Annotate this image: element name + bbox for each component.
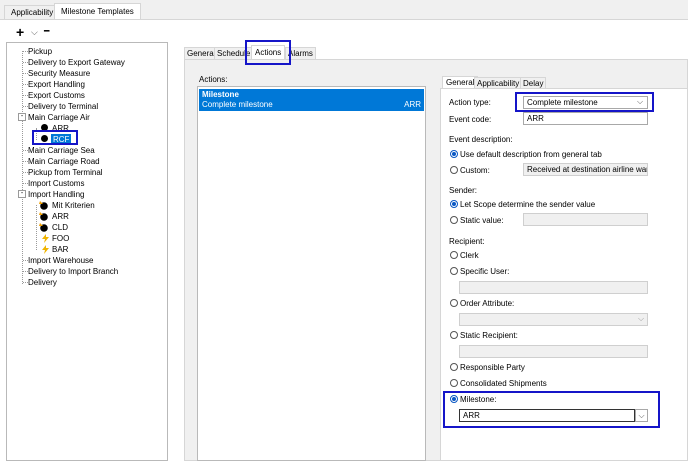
clock-milestone-icon xyxy=(39,212,48,221)
static-value-label: Static value: xyxy=(460,216,504,225)
tree-item-mit-kriterien[interactable]: Mit Kriterien xyxy=(52,200,95,211)
custom-description-input[interactable]: Received at destination airline wareh xyxy=(523,163,648,176)
action-type-label: Action type: xyxy=(449,98,491,107)
highlight-milestone xyxy=(443,391,660,428)
action-item-title: Milestone xyxy=(202,90,239,99)
responsible-party-label: Responsible Party xyxy=(460,363,525,372)
tree-item-import-warehouse[interactable]: Import Warehouse xyxy=(28,255,94,266)
tree-item-import-handling[interactable]: Import Handling xyxy=(28,189,84,200)
lightning-icon xyxy=(42,234,49,243)
tree-item-pickup-terminal[interactable]: Pickup from Terminal xyxy=(28,167,103,178)
event-code-label: Event code: xyxy=(449,115,492,124)
add-dropdown-icon[interactable]: ⌵ xyxy=(31,27,38,38)
action-item-code: ARR xyxy=(404,100,421,109)
consolidated-shipments-label: Consolidated Shipments xyxy=(460,379,547,388)
tree-item-delivery-export-gateway[interactable]: Delivery to Export Gateway xyxy=(28,57,125,68)
highlight-rcf xyxy=(32,130,78,145)
tree-item-security-measure[interactable]: Security Measure xyxy=(28,68,90,79)
tree-item-cld[interactable]: CLD xyxy=(52,222,68,233)
let-scope-radio[interactable] xyxy=(450,200,458,208)
order-attribute-select[interactable] xyxy=(459,313,648,326)
let-scope-label: Let Scope determine the sender value xyxy=(460,200,596,209)
static-recipient-label: Static Recipient: xyxy=(460,331,518,340)
tree-item-pickup[interactable]: Pickup xyxy=(28,46,52,57)
tree-item-main-carriage-air[interactable]: Main Carriage Air xyxy=(28,112,90,123)
custom-radio[interactable] xyxy=(450,166,458,174)
collapse-toggle-icon[interactable]: - xyxy=(18,190,26,198)
milestone-tree: - - Pickup Delivery to Export Gateway Se… xyxy=(6,42,168,461)
order-attribute-label: Order Attribute: xyxy=(460,299,515,308)
lightning-icon xyxy=(42,245,49,254)
collapse-toggle-icon[interactable]: - xyxy=(18,113,26,121)
consolidated-shipments-radio[interactable] xyxy=(450,379,458,387)
clock-milestone-icon xyxy=(39,201,48,210)
highlight-actions-tab xyxy=(245,40,291,65)
tab-applicability[interactable]: Applicability xyxy=(4,5,61,20)
tree-item-import-customs[interactable]: Import Customs xyxy=(28,178,84,189)
tab-milestone-templates[interactable]: Milestone Templates xyxy=(54,3,141,20)
action-item[interactable]: Milestone Complete milestone ARR xyxy=(199,89,424,111)
chevron-down-icon: ⌵ xyxy=(638,314,645,323)
clock-milestone-icon xyxy=(39,223,48,232)
static-value-radio[interactable] xyxy=(450,216,458,224)
order-attribute-radio[interactable] xyxy=(450,299,458,307)
static-recipient-radio[interactable] xyxy=(450,331,458,339)
tree-item-main-carriage-sea[interactable]: Main Carriage Sea xyxy=(28,145,95,156)
action-item-desc: Complete milestone xyxy=(202,100,273,109)
static-value-input[interactable] xyxy=(523,213,648,226)
tree-item-main-carriage-road[interactable]: Main Carriage Road xyxy=(28,156,100,167)
event-description-label: Event description: xyxy=(449,135,513,144)
tree-item-foo[interactable]: FOO xyxy=(52,233,69,244)
clerk-label: Clerk xyxy=(460,251,479,260)
specific-user-radio[interactable] xyxy=(450,267,458,275)
specific-user-label: Specific User: xyxy=(460,267,510,276)
tree-item-export-customs[interactable]: Export Customs xyxy=(28,90,85,101)
custom-label: Custom: xyxy=(460,166,490,175)
use-default-label: Use default description from general tab xyxy=(460,150,602,159)
tree-item-export-handling[interactable]: Export Handling xyxy=(28,79,85,90)
clerk-radio[interactable] xyxy=(450,251,458,259)
actions-list: Milestone Complete milestone ARR xyxy=(197,86,426,461)
specific-user-input[interactable] xyxy=(459,281,648,294)
tree-item-delivery-terminal[interactable]: Delivery to Terminal xyxy=(28,101,98,112)
tree-item-imp-arr[interactable]: ARR xyxy=(52,211,69,222)
actions-label: Actions: xyxy=(199,75,228,84)
remove-button[interactable]: ━ xyxy=(44,26,49,37)
tree-item-delivery[interactable]: Delivery xyxy=(28,277,57,288)
tree-item-bar[interactable]: BAR xyxy=(52,244,68,255)
use-default-radio[interactable] xyxy=(450,150,458,158)
event-code-input[interactable]: ARR xyxy=(523,112,648,125)
recipient-label: Recipient: xyxy=(449,237,485,246)
add-button[interactable]: + xyxy=(16,24,24,40)
highlight-action-type xyxy=(515,92,654,112)
responsible-party-radio[interactable] xyxy=(450,363,458,371)
sender-label: Sender: xyxy=(449,186,478,195)
static-recipient-input[interactable] xyxy=(459,345,648,358)
tree-item-delivery-import-branch[interactable]: Delivery to Import Branch xyxy=(28,266,118,277)
